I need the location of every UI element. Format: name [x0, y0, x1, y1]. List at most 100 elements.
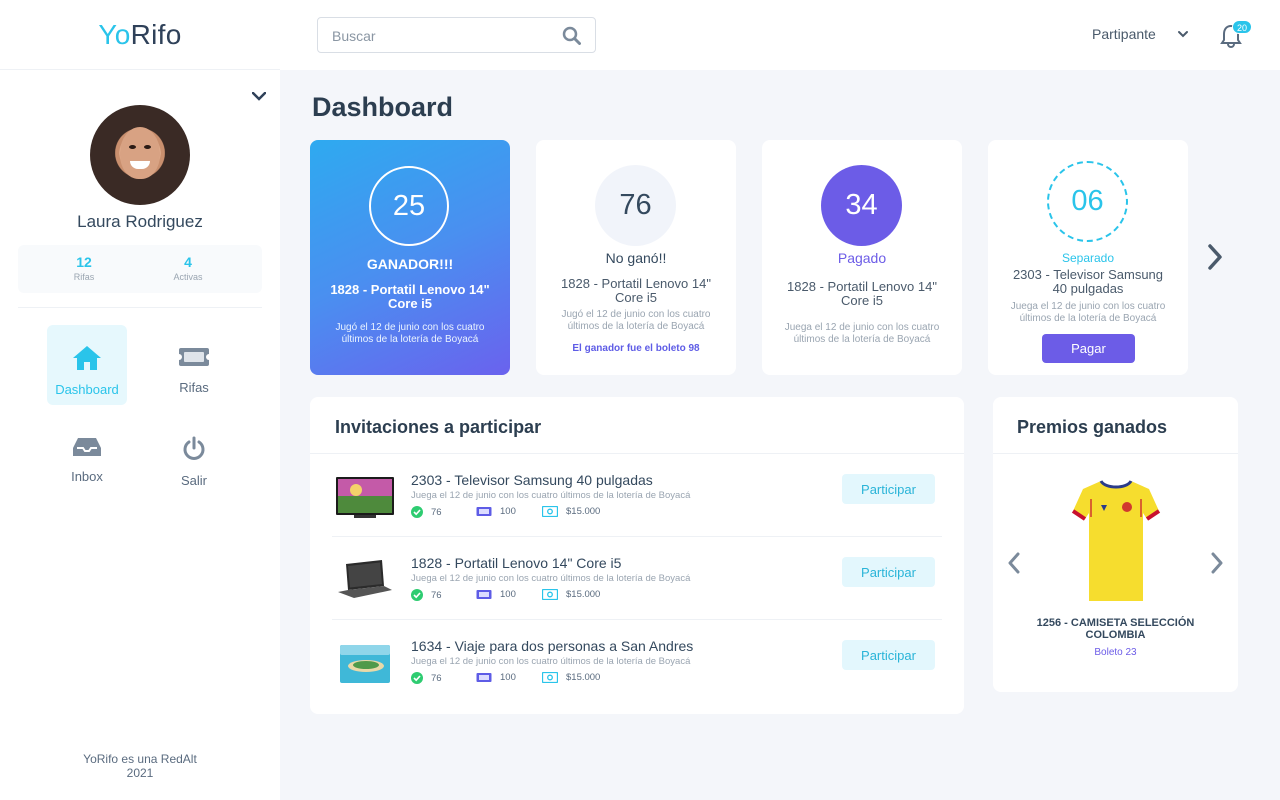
cash-icon	[542, 589, 558, 600]
invitation-title: 1634 - Viaje para dos personas a San And…	[411, 638, 694, 654]
pay-button[interactable]: Pagar	[1042, 334, 1135, 363]
price-value: $15.000	[566, 506, 601, 517]
check-circle-icon	[411, 506, 423, 518]
ticket-icon	[476, 507, 492, 516]
raffle-card-reserved[interactable]: 06 Separado 2303 - Televisor Samsung 40 …	[988, 140, 1188, 375]
home-icon	[73, 346, 101, 370]
logo-rifo: Rifo	[130, 18, 182, 50]
footer-line1: YoRifo es una RedAlt	[83, 752, 197, 766]
raffle-title: 1828 - Portatil Lenovo 14" Core i5	[561, 276, 711, 305]
inbox-icon	[73, 438, 101, 456]
prizes-title: Premios ganados	[1017, 417, 1168, 437]
participate-button[interactable]: Participar	[842, 640, 935, 670]
total-tickets: 100	[476, 589, 516, 600]
price-value: $15.000	[566, 672, 601, 683]
check-circle-icon	[411, 672, 423, 684]
ticket-number: 34	[821, 165, 902, 246]
cash-icon	[542, 672, 558, 683]
sold-value: 76	[431, 506, 442, 518]
divider	[993, 453, 1238, 454]
nav-rifas-label: Rifas	[179, 380, 209, 395]
stat-rifas-label: Rifas	[73, 272, 95, 282]
search-icon[interactable]	[562, 26, 581, 50]
user-name: Laura Rodriguez	[77, 212, 203, 231]
ticket-number: 76	[595, 165, 676, 246]
participate-button[interactable]: Participar	[842, 557, 935, 587]
ticket-icon	[476, 673, 492, 682]
raffle-card-winner[interactable]: 25 GANADOR!!! 1828 - Portatil Lenovo 14"…	[310, 140, 510, 375]
ticket-price: $15.000	[542, 672, 600, 683]
tv-image	[336, 477, 394, 518]
avatar[interactable]	[90, 105, 190, 205]
raffle-status: Separado	[1061, 251, 1115, 265]
nav-dashboard-label: Dashboard	[55, 382, 119, 397]
chevron-down-icon[interactable]	[250, 87, 268, 105]
notification-badge: 20	[1232, 20, 1252, 34]
stat-activas: 4 Activas	[158, 254, 218, 282]
raffle-description: Juega el 12 de junio con los cuatro últi…	[1010, 301, 1166, 324]
raffle-description: Jugó el 12 de junio con los cuatro últim…	[561, 309, 711, 332]
nav-salir[interactable]: Salir	[154, 416, 234, 496]
ticket-number: 06	[1047, 161, 1128, 242]
ticket-icon	[476, 590, 492, 599]
total-tickets: 100	[476, 672, 516, 683]
raffle-status: Pagado	[837, 250, 887, 266]
chevron-right-icon[interactable]	[1208, 244, 1222, 275]
footer-line2: 2021	[126, 766, 154, 780]
participate-button[interactable]: Participar	[842, 474, 935, 504]
raffle-title: 1828 - Portatil Lenovo 14" Core i5	[787, 279, 937, 308]
stat-activas-value: 4	[184, 254, 192, 270]
raffle-title: 1828 - Portatil Lenovo 14" Core i5	[330, 282, 490, 311]
nav-inbox-label: Inbox	[71, 469, 103, 484]
price-value: $15.000	[566, 589, 601, 600]
invitation-row[interactable]: 1828 - Portatil Lenovo 14" Core i5 Juega…	[332, 537, 942, 620]
prizes-panel: Premios ganados 1256 - CAMISETA SELECCIÓ…	[993, 397, 1238, 692]
topbar: Partipante 20	[280, 0, 1280, 70]
cash-icon	[542, 506, 558, 517]
check-circle-icon	[411, 589, 423, 601]
prize-ticket[interactable]: Boleto 23	[993, 647, 1238, 658]
invitation-row[interactable]: 1634 - Viaje para dos personas a San And…	[332, 620, 942, 703]
divider	[18, 307, 262, 308]
total-value: 100	[500, 672, 516, 683]
ticket-price: $15.000	[542, 506, 600, 517]
invitation-row[interactable]: 2303 - Televisor Samsung 40 pulgadas Jue…	[332, 454, 942, 537]
invitation-title: 2303 - Televisor Samsung 40 pulgadas	[411, 472, 653, 488]
stat-rifas-value: 12	[76, 254, 92, 270]
raffle-title: 2303 - Televisor Samsung 40 pulgadas	[1012, 267, 1164, 296]
role-selector[interactable]: Partipante	[1092, 26, 1156, 42]
sold-count: 76	[411, 506, 442, 518]
chevron-right-icon[interactable]	[1211, 552, 1223, 579]
footer: YoRifo es una RedAlt 2021	[0, 752, 280, 780]
invitation-description: Juega el 12 de junio con los cuatro últi…	[411, 490, 691, 501]
beach-image	[340, 645, 390, 683]
nav-inbox[interactable]: Inbox	[47, 416, 127, 496]
raffle-status: GANADOR!!!	[366, 256, 454, 272]
stat-rifas: 12 Rifas	[54, 254, 114, 282]
nav-salir-label: Salir	[180, 473, 207, 488]
logo[interactable]: YoRifo	[0, 0, 280, 70]
chevron-left-icon[interactable]	[1008, 552, 1020, 579]
winner-note: El ganador fue el boleto 98	[572, 343, 700, 354]
total-tickets: 100	[476, 506, 516, 517]
nav-dashboard[interactable]: Dashboard	[47, 325, 127, 405]
sold-value: 76	[431, 589, 442, 601]
ticket-icon	[176, 348, 212, 366]
raffle-card-paid[interactable]: 34 Pagado 1828 - Portatil Lenovo 14" Cor…	[762, 140, 962, 375]
invitation-description: Juega el 12 de junio con los cuatro últi…	[411, 656, 691, 667]
sold-count: 76	[411, 672, 442, 684]
sold-count: 76	[411, 589, 442, 601]
raffle-description: Juega el 12 de junio con los cuatro últi…	[784, 322, 940, 345]
chevron-down-icon[interactable]	[1177, 26, 1189, 49]
nav-rifas[interactable]: Rifas	[154, 325, 234, 405]
search-input[interactable]	[332, 26, 552, 46]
raffle-card-lost[interactable]: 76 No ganó!! 1828 - Portatil Lenovo 14" …	[536, 140, 736, 375]
invitation-title: 1828 - Portatil Lenovo 14" Core i5	[411, 555, 622, 571]
invitations-panel: Invitaciones a participar 2303 - Televis…	[310, 397, 964, 714]
ticket-price: $15.000	[542, 589, 600, 600]
sold-value: 76	[431, 672, 442, 684]
total-value: 100	[500, 589, 516, 600]
invitations-title: Invitaciones a participar	[335, 417, 542, 437]
total-value: 100	[500, 506, 516, 517]
laptop-image	[338, 560, 392, 598]
